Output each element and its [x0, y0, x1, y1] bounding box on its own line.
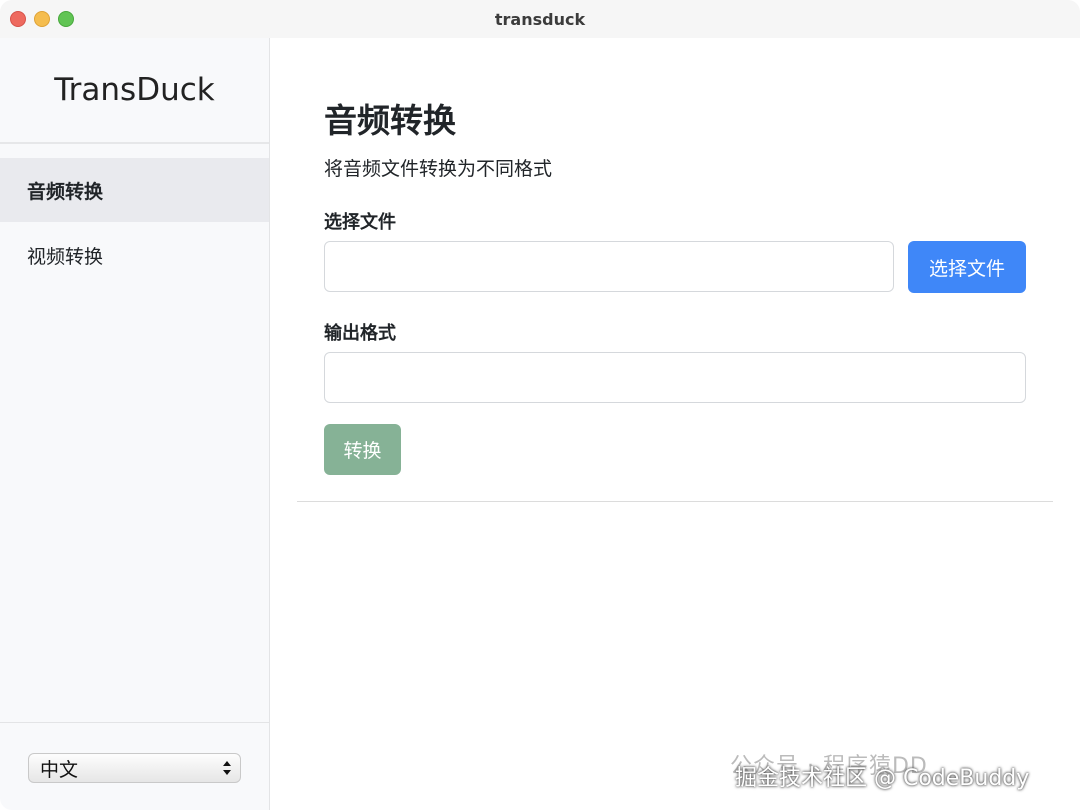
- language-select[interactable]: 中文: [28, 753, 241, 783]
- format-field-label: 输出格式: [324, 323, 396, 344]
- section-divider: [297, 501, 1053, 502]
- sidebar: TransDuck 音频转换 视频转换 中文: [0, 38, 270, 810]
- file-field-label: 选择文件: [324, 212, 396, 233]
- output-format-input[interactable]: [324, 352, 1026, 403]
- app-brand: TransDuck: [0, 38, 269, 144]
- page-description: 将音频文件转换为不同格式: [324, 158, 553, 180]
- sidebar-item-label: 视频转换: [27, 245, 104, 268]
- maximize-window-button[interactable]: [58, 11, 74, 27]
- window-controls: [10, 11, 74, 27]
- window-title: transduck: [494, 9, 586, 29]
- file-path-input[interactable]: [324, 241, 894, 292]
- sidebar-item-label: 音频转换: [27, 180, 104, 203]
- close-window-button[interactable]: [10, 11, 26, 27]
- app-window: transduck TransDuck 音频转换 视频转换 中文 音频转换 将音…: [0, 0, 1080, 810]
- choose-file-button[interactable]: 选择文件: [908, 241, 1026, 293]
- main-content: 音频转换 将音频文件转换为不同格式 选择文件 选择文件 输出格式 转换: [270, 38, 1080, 810]
- language-select-value: 中文: [40, 758, 79, 781]
- sidebar-item-audio-convert[interactable]: 音频转换: [0, 158, 269, 222]
- minimize-window-button[interactable]: [34, 11, 50, 27]
- sidebar-item-video-convert[interactable]: 视频转换: [0, 223, 269, 287]
- convert-button[interactable]: 转换: [324, 424, 401, 475]
- page-title: 音频转换: [324, 101, 456, 140]
- sidebar-footer: 中文: [0, 722, 269, 810]
- select-arrows-icon: [223, 761, 231, 775]
- watermark-text-secondary: 掘金技术社区 @ CodeBuddy: [735, 766, 1030, 791]
- title-bar: transduck: [0, 0, 1080, 38]
